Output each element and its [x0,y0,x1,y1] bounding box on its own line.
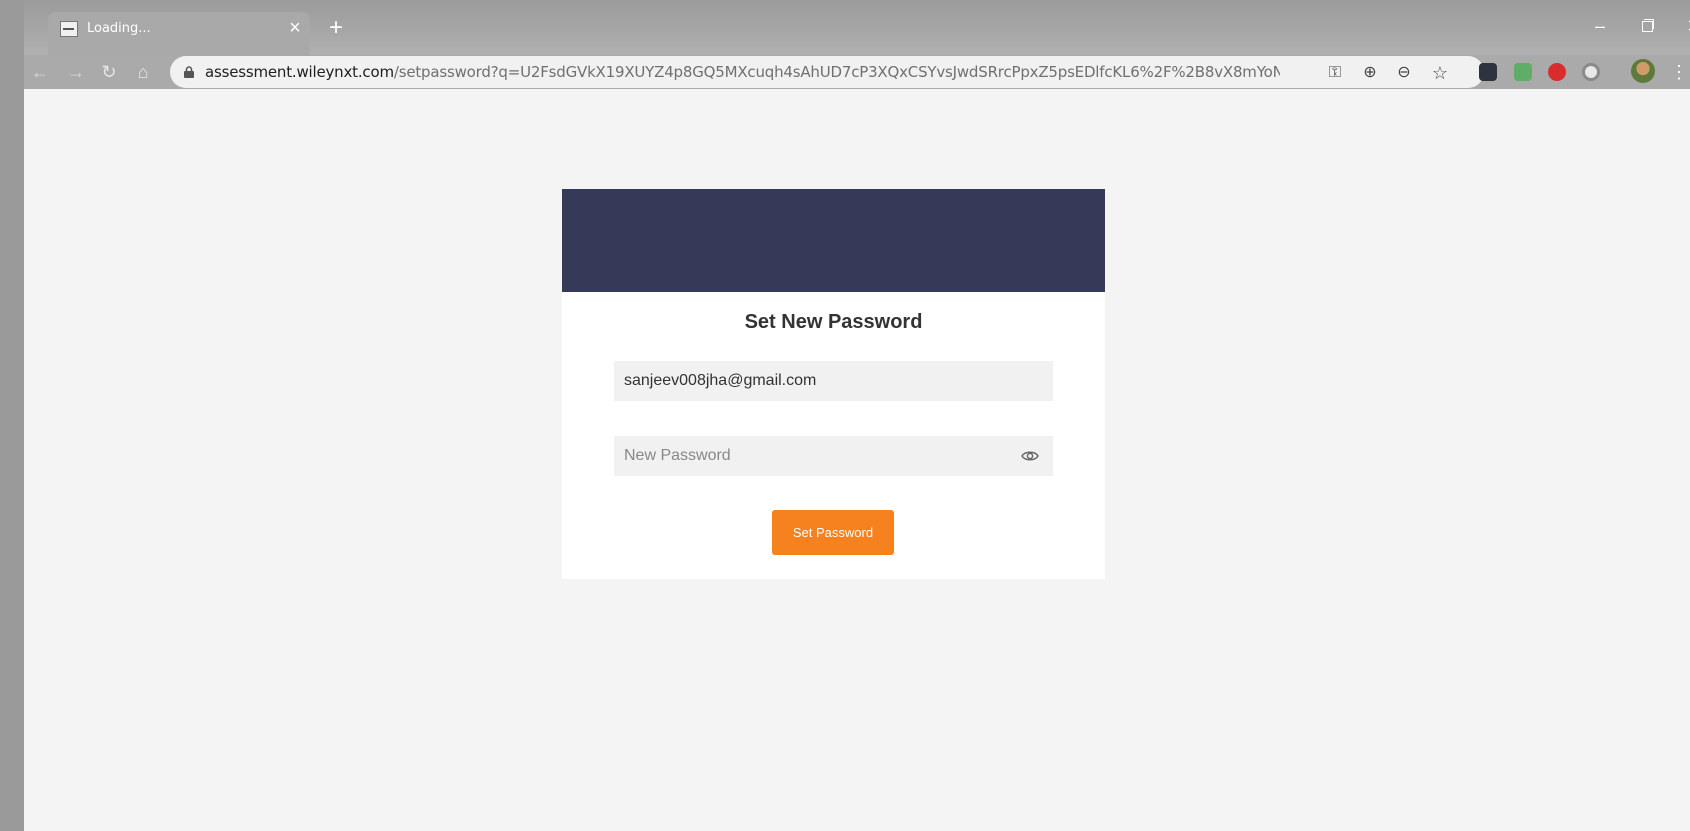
browser-window: Loading... × + – ✕ ← → ↻ ⌂ assessment.wi… [0,0,1690,831]
minimize-icon[interactable]: – [1587,14,1613,38]
url-host: assessment.wileynxt.com [205,63,394,81]
restore-icon[interactable] [1634,14,1660,38]
close-window-icon[interactable]: ✕ [1681,14,1690,38]
menu-dots-icon[interactable]: ⋮ [1670,60,1688,84]
browser-tab[interactable]: Loading... × [48,12,310,55]
set-password-button[interactable]: Set Password [772,510,894,555]
home-icon[interactable]: ⌂ [131,60,155,84]
email-input[interactable] [614,361,1053,401]
eye-icon[interactable] [1021,448,1039,464]
new-password-input[interactable] [614,436,1053,476]
new-tab-button[interactable]: + [324,16,348,40]
address-bar[interactable]: assessment.wileynxt.com/setpassword?q=U2… [170,56,1484,88]
extension-icon[interactable] [1479,63,1497,81]
bookmark-star-icon[interactable]: ☆ [1430,63,1450,83]
extension-icon[interactable] [1514,63,1532,81]
tab-title: Loading... [87,21,151,36]
url-path: /setpassword?q=U2FsdGVkX19XUYZ4p8GQ5MXcu… [393,63,1280,81]
card-header [562,189,1105,292]
set-password-card: Set New Password Set Password [562,189,1105,579]
reload-icon[interactable]: ↻ [97,60,121,84]
page-title: Set New Password [744,311,923,333]
back-arrow-icon[interactable]: ← [28,60,52,84]
lock-icon [184,66,194,78]
email-field[interactable] [614,361,1053,401]
install-app-icon[interactable]: ⊕ [1360,63,1380,83]
url-text[interactable]: assessment.wileynxt.com/setpassword?q=U2… [205,63,1280,81]
forward-arrow-icon[interactable]: → [64,60,88,84]
key-icon[interactable]: ⚿ [1325,63,1345,83]
favicon-icon [60,21,78,37]
profile-avatar[interactable] [1631,59,1655,83]
password-field[interactable] [614,436,1053,476]
browser-toolbar: ← → ↻ ⌂ assessment.wileynxt.com/setpassw… [24,55,1690,89]
zoom-out-icon[interactable]: ⊖ [1394,63,1414,83]
page-content: Set New Password Set Password [24,89,1690,831]
title-bar: Loading... × + – ✕ [24,0,1690,55]
adblock-icon[interactable] [1548,63,1566,81]
extension-icon[interactable] [1582,63,1600,81]
tab-close-icon[interactable]: × [285,16,305,40]
